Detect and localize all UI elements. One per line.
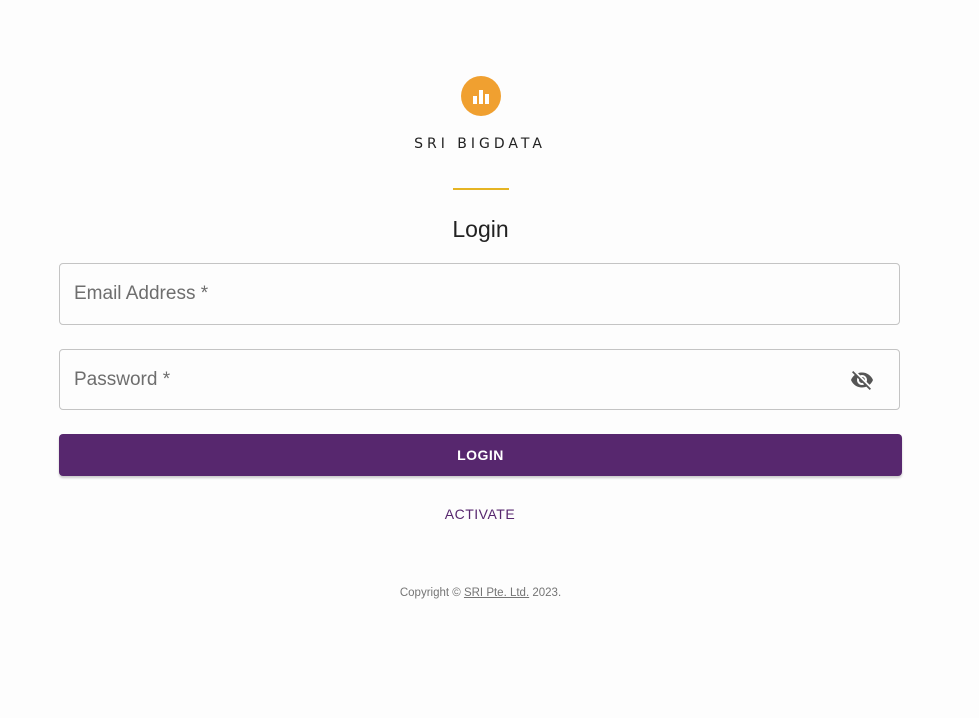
eye-off-icon[interactable] <box>849 367 875 393</box>
title-divider <box>453 188 509 190</box>
login-page: SRI BIGDATA Login Email Address * Passwo… <box>0 0 979 718</box>
login-button[interactable]: LOGIN <box>59 434 902 476</box>
activate-button[interactable]: ACTIVATE <box>430 500 530 528</box>
password-label: Password * <box>74 368 171 390</box>
copyright-year: 2023. <box>532 587 562 599</box>
copyright-prefix: Copyright © <box>399 587 461 599</box>
copyright-text: Copyright © SRI Pte. Ltd. 2023. <box>0 587 961 599</box>
brand-name: SRI BIGDATA <box>414 136 546 152</box>
page-title: Login <box>452 216 509 242</box>
password-field[interactable]: Password * <box>59 349 900 410</box>
bar-chart-icon <box>461 76 501 116</box>
email-label: Email Address * <box>74 283 209 304</box>
company-link[interactable]: SRI Pte. Ltd. <box>464 587 529 599</box>
email-field[interactable]: Email Address * <box>59 263 900 325</box>
